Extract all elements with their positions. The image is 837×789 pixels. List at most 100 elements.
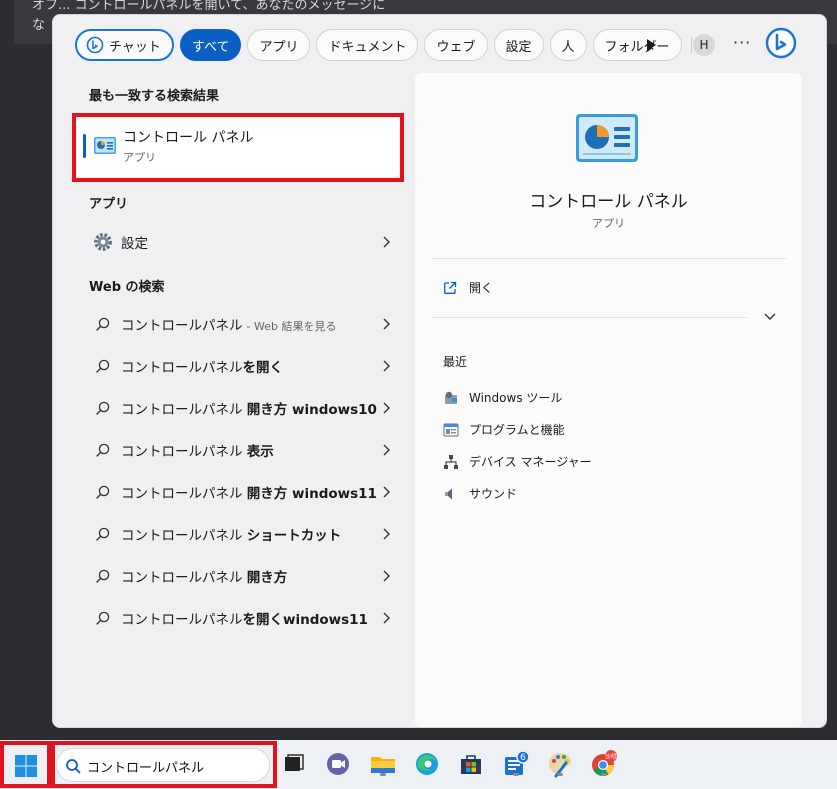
recent-item[interactable]: サウンド	[443, 485, 517, 502]
web-search-title: Web の検索	[89, 280, 165, 295]
chip-people[interactable]: 人	[549, 29, 587, 61]
filter-chips: チャット すべて アプリ ドキュメント ウェブ 設定 人 フォルダー	[75, 29, 695, 61]
chip-apps-label: アプリ	[259, 39, 299, 55]
detail-title: コントロール パネル	[529, 192, 688, 212]
web-result-item[interactable]: コントロールパネル 表示	[77, 432, 399, 468]
chevron-right-icon	[383, 402, 390, 414]
recent-item-label: プログラムと機能	[469, 423, 565, 437]
chip-all[interactable]: すべて	[179, 29, 242, 61]
search-icon	[93, 566, 113, 586]
recent-item-label: サウンド	[469, 487, 518, 501]
apps-section-title: アプリ	[89, 197, 129, 212]
chip-settings-label: 設定	[505, 39, 532, 55]
recent-item[interactable]: Windows ツール	[443, 389, 562, 406]
web-result-text: コントロールパネル 開き方 windows11	[121, 486, 377, 502]
web-result-item[interactable]: コントロールパネル 開き方 windows11	[77, 474, 399, 510]
chrome-browser-icon[interactable]: 沙哈	[590, 750, 618, 778]
more-options-button[interactable]: ···	[733, 33, 751, 52]
running-indicator	[380, 773, 386, 776]
chip-divider	[690, 37, 692, 53]
search-icon	[93, 398, 113, 418]
recent-item-label: Windows ツール	[469, 391, 563, 405]
teams-chat-icon[interactable]	[324, 750, 352, 778]
chip-web[interactable]: ウェブ	[424, 29, 488, 61]
best-match-highlight	[72, 113, 404, 182]
chevron-right-icon	[383, 528, 390, 540]
chevron-right-icon	[383, 612, 390, 624]
search-icon	[93, 482, 113, 502]
web-result-note: - Web 結果を見る	[246, 320, 337, 333]
web-result-item[interactable]: コントロールパネルを開くwindows11	[77, 600, 399, 636]
running-indicator	[557, 773, 563, 776]
chevron-right-icon	[383, 444, 390, 456]
web-result-item[interactable]: コントロールパネル 開き方	[77, 558, 399, 594]
web-result-item[interactable]: コントロールパネルを開く	[77, 348, 399, 384]
recent-item[interactable]: プログラムと機能	[443, 421, 565, 438]
app-item-settings[interactable]: 設定	[77, 224, 399, 260]
chip-documents[interactable]: ドキュメント	[316, 29, 419, 61]
running-indicator	[513, 773, 519, 776]
search-box-highlight	[51, 741, 277, 788]
divider	[431, 317, 747, 318]
microsoft-store-icon[interactable]	[457, 750, 485, 778]
chip-web-label: ウェブ	[436, 39, 476, 55]
chip-settings[interactable]: 設定	[493, 29, 544, 61]
bing-icon[interactable]	[765, 27, 797, 59]
recent-item[interactable]: デバイス マネージャー	[443, 453, 592, 470]
windows-tools-icon	[445, 391, 457, 404]
chip-apps[interactable]: アプリ	[247, 29, 311, 61]
chip-documents-label: ドキュメント	[328, 39, 407, 55]
file-explorer-icon[interactable]	[369, 750, 397, 778]
best-match-title: 最も一致する検索結果	[89, 89, 220, 104]
bing-chat-icon	[86, 36, 104, 54]
app-item-label: 設定	[121, 236, 148, 252]
paint-icon[interactable]	[546, 750, 574, 778]
notification-badge: 6	[520, 753, 526, 763]
task-view-icon[interactable]	[280, 750, 308, 778]
web-result-text: コントロールパネルを開く	[121, 360, 283, 376]
edge-browser-icon[interactable]	[413, 750, 441, 778]
chip-chat[interactable]: チャット	[75, 29, 174, 61]
detail-pane: コントロール パネル アプリ 開く 最近 Windows ツール プログラムと機…	[415, 73, 802, 727]
gear-icon	[93, 232, 113, 252]
web-result-text: コントロールパネル 開き方	[121, 570, 288, 586]
detail-subtitle: アプリ	[592, 217, 625, 230]
chevron-right-icon	[383, 486, 390, 498]
running-indicator	[601, 773, 607, 776]
chrome-profile-badge: 沙哈	[605, 753, 617, 761]
open-label: 開く	[469, 281, 494, 295]
recent-item-label: デバイス マネージャー	[469, 455, 592, 469]
recent-title: 最近	[443, 355, 468, 369]
chevron-down-icon[interactable]	[763, 311, 777, 323]
start-button-highlight	[0, 741, 51, 788]
sound-icon	[445, 488, 452, 499]
search-icon	[93, 440, 113, 460]
web-result-text: コントロールパネル - Web 結果を見る	[121, 318, 337, 334]
web-result-text: コントロールパネルを開くwindows11	[121, 612, 368, 628]
chip-all-label: すべて	[191, 39, 230, 55]
web-result-item[interactable]: コントロールパネル ショートカット	[77, 516, 399, 552]
web-result-text: コントロールパネル 開き方 windows10	[121, 402, 377, 418]
play-icon[interactable]	[641, 35, 661, 55]
open-action[interactable]: 開く	[443, 279, 493, 296]
control-panel-icon	[576, 114, 638, 162]
search-icon	[93, 524, 113, 544]
web-result-text: コントロールパネル ショートカット	[121, 528, 342, 544]
chip-chat-label: チャット	[109, 39, 161, 55]
web-result-item[interactable]: コントロールパネル - Web 結果を見る	[77, 306, 399, 342]
web-result-text: コントロールパネル 表示	[121, 444, 274, 460]
chevron-right-icon	[383, 236, 390, 248]
background-text-2: な	[32, 18, 46, 33]
programs-features-icon	[443, 423, 459, 436]
chip-folders[interactable]: フォルダー	[592, 29, 682, 61]
avatar[interactable]: H	[693, 34, 715, 56]
device-manager-icon	[444, 454, 458, 469]
divider	[431, 258, 786, 259]
chevron-right-icon	[383, 318, 390, 330]
chip-people-label: 人	[561, 39, 575, 55]
web-result-item[interactable]: コントロールパネル 開き方 windows10	[77, 390, 399, 426]
open-external-icon	[444, 281, 457, 294]
search-icon	[93, 608, 113, 628]
notes-app-icon[interactable]: 6	[502, 750, 530, 778]
search-icon	[93, 356, 113, 376]
